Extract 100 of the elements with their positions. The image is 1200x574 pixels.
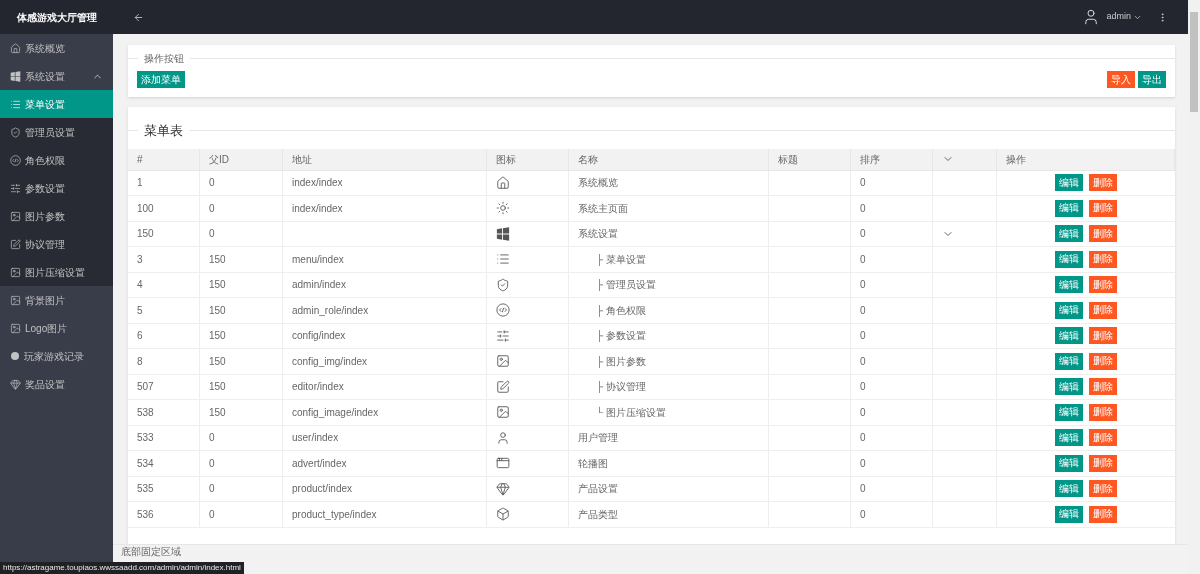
table-cell-text: product_type/index: [292, 507, 377, 522]
delete-button[interactable]: 删除: [1089, 199, 1117, 217]
edit-button[interactable]: 编辑: [1055, 301, 1083, 319]
table-cell-text: editor/index: [292, 380, 344, 395]
table-cell-text: 0: [860, 201, 866, 216]
table-cell-text: admin_role/index: [292, 303, 369, 318]
edit-button[interactable]: 编辑: [1055, 199, 1083, 217]
table-cell-text: 150: [209, 329, 226, 344]
export-button[interactable]: 导出: [1138, 71, 1166, 88]
table-cell-text: 0: [209, 482, 215, 497]
table-cell-text: 0: [860, 507, 866, 522]
sidebar-item[interactable]: 系统概览: [0, 34, 113, 62]
delete-button[interactable]: 删除: [1089, 352, 1117, 370]
sidebar-item[interactable]: 菜单设置: [0, 90, 113, 118]
table-cell-text: 0: [860, 456, 866, 471]
status-url-tooltip: https://astragame.toupiaos.wwssaadd.com/admin/admin/index.html: [0, 562, 244, 574]
delete-button[interactable]: 删除: [1089, 327, 1117, 345]
image-icon: [10, 322, 21, 334]
table-cell-text: 100: [137, 201, 154, 216]
edit-button[interactable]: 编辑: [1055, 174, 1083, 192]
list-icon: [10, 98, 21, 110]
table-cell-text: ├ 协议管理: [595, 380, 646, 395]
edit-button[interactable]: 编辑: [1055, 225, 1083, 243]
table-cell-text: 0: [209, 507, 215, 522]
app-title: 体感游戏大厅管理: [16, 10, 97, 25]
table-cell-text: ├ 角色权限: [595, 303, 646, 318]
table-cell-text: 0: [860, 354, 866, 369]
delete-button[interactable]: 删除: [1089, 301, 1117, 319]
table-cell-text: 150: [209, 278, 226, 293]
sidebar-item[interactable]: 背景图片: [0, 286, 113, 314]
edit-button[interactable]: 编辑: [1055, 327, 1083, 345]
table-cell-text: 150: [209, 405, 226, 420]
list-icon: [496, 252, 510, 267]
sun-icon: [496, 201, 510, 216]
edit-button[interactable]: 编辑: [1055, 505, 1083, 523]
sidebar-item[interactable]: Logo图片: [0, 314, 113, 342]
edit-button[interactable]: 编辑: [1055, 352, 1083, 370]
delete-button[interactable]: 删除: [1089, 454, 1117, 472]
delete-button[interactable]: 删除: [1089, 225, 1117, 243]
sidebar-item[interactable]: 玩家游戏记录: [0, 342, 113, 370]
code-circle-icon: [496, 303, 510, 318]
table-cell-text: 6: [137, 329, 143, 344]
delete-button[interactable]: 删除: [1089, 403, 1117, 421]
edit-button[interactable]: 编辑: [1055, 429, 1083, 447]
edit-button[interactable]: 编辑: [1055, 250, 1083, 268]
table-cell-text: ├ 图片参数: [595, 354, 646, 369]
table-cell-text: user/index: [292, 431, 339, 446]
table-cell-text: 150: [137, 227, 154, 242]
column-header: 图标: [496, 152, 516, 167]
table-cell-text: 150: [209, 303, 226, 318]
column-header: 排序: [860, 152, 880, 167]
table-cell-text: ├ 菜单设置: [595, 252, 646, 267]
house-icon: [496, 175, 510, 190]
delete-button[interactable]: 删除: [1089, 429, 1117, 447]
table-cell-text: 536: [137, 507, 154, 522]
dot-icon: [10, 351, 20, 361]
delete-button[interactable]: 删除: [1089, 505, 1117, 523]
table-cell-text: 系统主页面: [578, 201, 628, 216]
table-cell-text: 535: [137, 482, 154, 497]
table-cell-text: 用户管理: [578, 431, 618, 446]
table-cell-text: 3: [137, 252, 143, 267]
delete-button[interactable]: 删除: [1089, 378, 1117, 396]
sidebar-item[interactable]: 奖品设置: [0, 370, 113, 398]
import-button[interactable]: 导入: [1107, 71, 1135, 88]
delete-button[interactable]: 删除: [1089, 480, 1117, 498]
table-cell-text: index/index: [292, 201, 343, 216]
add-menu-button[interactable]: 添加菜单: [137, 71, 185, 88]
back-arrow-icon[interactable]: [133, 11, 144, 23]
table-cell-text: 0: [860, 431, 866, 446]
footer-text: 底部固定区域: [121, 546, 181, 558]
table-cell-text: 5: [137, 303, 143, 318]
edit-button[interactable]: 编辑: [1055, 378, 1083, 396]
table-cell-text: product/index: [292, 482, 353, 497]
table-cell-text: 0: [860, 380, 866, 395]
sidebar-item[interactable]: 系统设置: [0, 62, 113, 90]
image-icon: [10, 294, 21, 306]
table-cell-text: 0: [860, 329, 866, 344]
image-icon: [496, 405, 510, 420]
column-header: 名称: [578, 152, 598, 167]
table-cell-text: 0: [860, 252, 866, 267]
four-squares-icon: [496, 226, 510, 241]
delete-button[interactable]: 删除: [1089, 276, 1117, 294]
table-cell-text: menu/index: [292, 252, 344, 267]
user-menu[interactable]: admin: [1106, 10, 1131, 24]
edit-button[interactable]: 编辑: [1055, 276, 1083, 294]
table-cell-text: 系统概览: [578, 176, 618, 191]
table-cell-text: 0: [860, 176, 866, 191]
column-header: 地址: [292, 152, 312, 167]
table-cell-text: 产品设置: [578, 482, 618, 497]
table-cell-text: index/index: [292, 176, 343, 191]
table-cell-text: 0: [209, 431, 215, 446]
shield-check-icon: [10, 126, 21, 138]
delete-button[interactable]: 删除: [1089, 250, 1117, 268]
table-cell-text: 0: [209, 176, 215, 191]
table-cell-text: 0: [860, 278, 866, 293]
edit-button[interactable]: 编辑: [1055, 403, 1083, 421]
column-header: #: [137, 152, 143, 167]
edit-button[interactable]: 编辑: [1055, 480, 1083, 498]
edit-button[interactable]: 编辑: [1055, 454, 1083, 472]
delete-button[interactable]: 删除: [1089, 174, 1117, 192]
